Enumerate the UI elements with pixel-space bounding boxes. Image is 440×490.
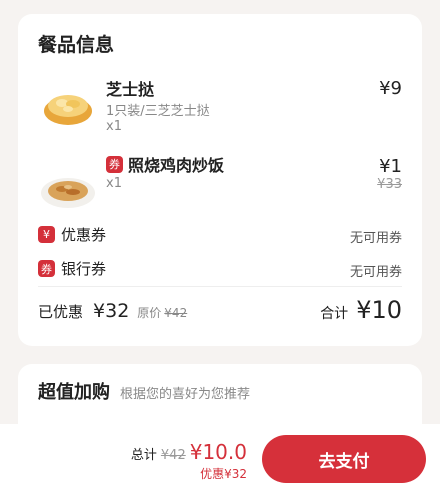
coupon-value[interactable]: 无可用券 bbox=[350, 227, 402, 246]
total-label: 合计 bbox=[320, 306, 349, 322]
discount-label: 已优惠 bbox=[38, 303, 84, 321]
coupon-tag: 券 bbox=[106, 155, 123, 173]
checkout-original-price: ¥42 bbox=[160, 448, 186, 463]
checkout-total-value: ¥10.0 bbox=[189, 440, 247, 464]
cheese-tart-icon bbox=[42, 87, 94, 129]
item-description: 1只装/三芝芝士挞 bbox=[106, 104, 210, 119]
upsell-subtitle: 根据您的喜好为您推荐 bbox=[120, 387, 251, 402]
checkout-discount: 优惠¥32 bbox=[200, 467, 247, 481]
item-original-price: ¥33 bbox=[377, 177, 402, 192]
item-price: ¥9 bbox=[379, 78, 402, 99]
voucher-icon: 券 bbox=[38, 260, 55, 277]
bank-coupon-row[interactable]: 券 银行券 bbox=[38, 258, 106, 279]
total-value: ¥10 bbox=[356, 296, 402, 324]
checkout-total: 总计 ¥42 ¥10.0 bbox=[131, 440, 247, 464]
item-quantity: x1 bbox=[106, 119, 122, 134]
item-price: ¥1 bbox=[379, 156, 402, 177]
coupon-row[interactable]: ¥ 优惠券 bbox=[38, 224, 106, 245]
section-title: 餐品信息 bbox=[38, 34, 115, 56]
original-price-label: 原价 bbox=[137, 306, 162, 320]
item-name: 券 照烧鸡肉炒饭 bbox=[106, 152, 224, 176]
checkout-bar: 总计 ¥42 ¥10.0 优惠¥32 去支付 bbox=[0, 424, 440, 490]
upsell-title: 超值加购 bbox=[38, 382, 110, 403]
original-price: ¥42 bbox=[164, 306, 188, 320]
pay-button[interactable]: 去支付 bbox=[262, 435, 426, 483]
discount-amount: ¥32 bbox=[93, 300, 130, 322]
bank-coupon-label: 银行券 bbox=[61, 260, 107, 278]
order-info-card: 餐品信息 芝士挞 1只装/三芝芝士挞 x1 ¥9 券 照烧鸡肉炒饭 x1 ¥1 … bbox=[18, 14, 422, 346]
item-quantity: x1 bbox=[106, 176, 122, 191]
item-name: 芝士挞 bbox=[106, 80, 155, 99]
item-name-text: 照烧鸡肉炒饭 bbox=[128, 156, 225, 175]
divider bbox=[38, 286, 402, 287]
bank-coupon-value[interactable]: 无可用券 bbox=[350, 261, 402, 280]
fried-rice-icon bbox=[40, 169, 96, 211]
checkout-total-label: 总计 bbox=[130, 448, 157, 463]
yuan-icon: ¥ bbox=[38, 226, 55, 243]
coupon-label: 优惠券 bbox=[61, 226, 107, 244]
total-summary: 合计 ¥10 bbox=[320, 296, 402, 324]
discount-summary: 已优惠 ¥32 原价 ¥42 bbox=[38, 300, 187, 322]
